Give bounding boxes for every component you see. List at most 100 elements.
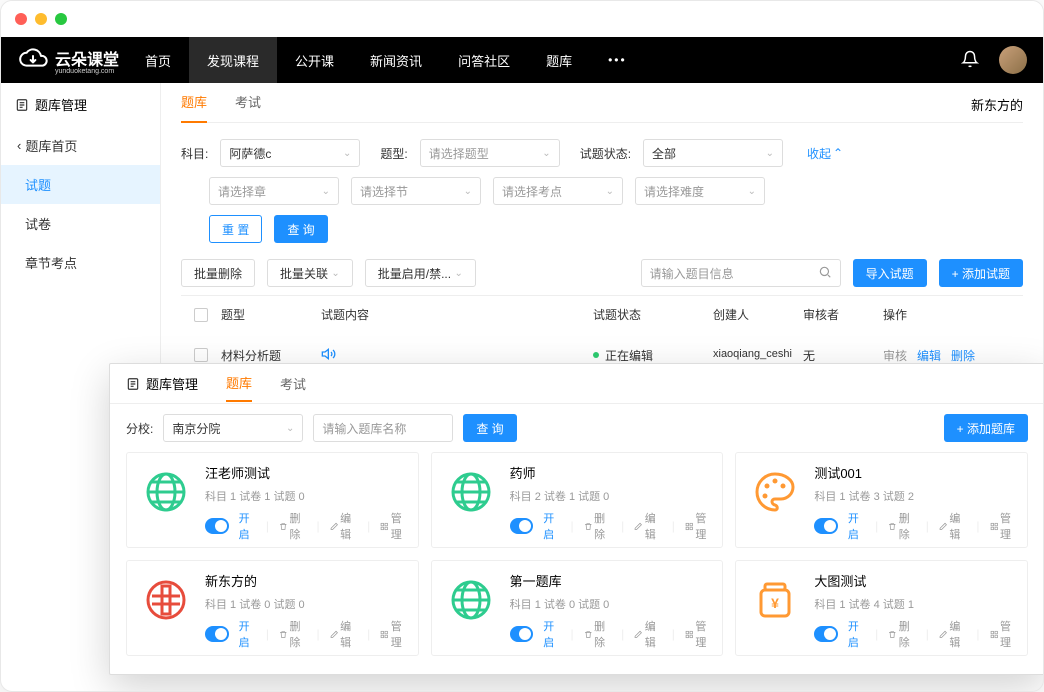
th-content: 试题内容 [321, 306, 593, 323]
card-edit[interactable]: 编辑 [939, 618, 966, 650]
sidebar-item-papers[interactable]: 试卷 [1, 204, 160, 243]
chevron-left-icon: ‹ [17, 138, 21, 153]
add-question-button[interactable]: + 添加试题 [939, 259, 1023, 287]
point-select[interactable]: 请选择考点⌄ [493, 177, 623, 205]
bank-card[interactable]: 汪老师测试 科目 1 试卷 1 试题 0 开启 | 删除 | 编辑 | 管理 [126, 452, 419, 548]
card-edit[interactable]: 编辑 [634, 618, 661, 650]
row-checkbox[interactable] [194, 348, 208, 362]
nav-discover[interactable]: 发现课程 [189, 37, 277, 83]
maximize-dot[interactable] [55, 13, 67, 25]
card-meta: 科目 2 试卷 1 试题 0 [510, 488, 713, 504]
toggle-label: 开启 [239, 618, 256, 650]
card-title: 测试001 [814, 463, 1017, 482]
coin-red-icon [137, 571, 195, 629]
close-dot[interactable] [15, 13, 27, 25]
sidebar-title: 题库管理 [1, 83, 160, 126]
chevron-down-icon: ⌄ [331, 268, 339, 279]
palette-orange-icon [746, 463, 804, 521]
chevron-down-icon: ⌄ [542, 148, 550, 159]
card-delete[interactable]: 删除 [888, 510, 915, 542]
bank-card[interactable]: 药师 科目 2 试卷 1 试题 0 开启 | 删除 | 编辑 | 管理 [431, 452, 724, 548]
card-delete[interactable]: 删除 [584, 510, 611, 542]
card-title: 大图测试 [814, 571, 1017, 590]
bank-card[interactable]: 测试001 科目 1 试卷 3 试题 2 开启 | 删除 | 编辑 | 管理 [735, 452, 1028, 548]
bank-card[interactable]: 第一题库 科目 1 试卷 0 试题 0 开启 | 删除 | 编辑 | 管理 [431, 560, 724, 656]
card-edit[interactable]: 编辑 [634, 510, 661, 542]
panel2-tab-kaoshi[interactable]: 考试 [280, 366, 306, 401]
card-title: 药师 [510, 463, 713, 482]
bank-card[interactable]: ¥ 大图测试 科目 1 试卷 4 试题 1 开启 | 删除 | 编辑 | 管理 [735, 560, 1028, 656]
status-select[interactable]: 全部⌄ [643, 139, 783, 167]
toggle-label: 开启 [543, 510, 560, 542]
nav-news[interactable]: 新闻资讯 [352, 37, 440, 83]
avatar[interactable] [999, 46, 1027, 74]
nav-qa[interactable]: 问答社区 [440, 37, 528, 83]
add-bank-button[interactable]: + 添加题库 [944, 414, 1028, 442]
bank-icon [126, 377, 140, 391]
import-button[interactable]: 导入试题 [853, 259, 927, 287]
op-review[interactable]: 审核 [883, 347, 907, 364]
toggle-open[interactable] [814, 518, 838, 534]
bank-icon [15, 98, 29, 112]
section-select[interactable]: 请选择节⌄ [351, 177, 481, 205]
toggle-open[interactable] [814, 626, 838, 642]
op-delete[interactable]: 删除 [951, 347, 975, 364]
card-edit[interactable]: 编辑 [939, 510, 966, 542]
th-ops: 操作 [883, 306, 1023, 323]
macos-titlebar [1, 1, 1043, 37]
branch-select[interactable]: 南京分院⌄ [163, 414, 303, 442]
nav-more[interactable]: ••• [590, 37, 645, 83]
nav-home[interactable]: 首页 [127, 37, 189, 83]
toggle-open[interactable] [205, 518, 229, 534]
back-link[interactable]: ‹ 题库首页 [1, 126, 160, 165]
difficulty-select[interactable]: 请选择难度⌄ [635, 177, 765, 205]
card-manage[interactable]: 管理 [685, 618, 712, 650]
panel2-query-button[interactable]: 查 询 [463, 414, 516, 442]
card-title: 第一题库 [510, 571, 713, 590]
card-manage[interactable]: 管理 [685, 510, 712, 542]
bulk-enable-button[interactable]: 批量启用/禁... ⌄ [365, 259, 476, 287]
card-edit[interactable]: 编辑 [330, 510, 357, 542]
bulk-delete-button[interactable]: 批量删除 [181, 259, 255, 287]
logo-text: 云朵课堂 [55, 46, 119, 70]
table-header: 题型 试题内容 试题状态 创建人 审核者 操作 [181, 295, 1023, 333]
bulk-relate-button[interactable]: 批量关联 ⌄ [267, 259, 353, 287]
card-delete[interactable]: 删除 [584, 618, 611, 650]
card-manage[interactable]: 管理 [380, 510, 407, 542]
query-button[interactable]: 查 询 [274, 215, 327, 243]
sidebar-item-questions[interactable]: 试题 [1, 165, 160, 204]
chapter-select[interactable]: 请选择章⌄ [209, 177, 339, 205]
subject-select[interactable]: 阿萨德c⌄ [220, 139, 360, 167]
bank-card[interactable]: 新东方的 科目 1 试卷 0 试题 0 开启 | 删除 | 编辑 | 管理 [126, 560, 419, 656]
toggle-open[interactable] [510, 518, 534, 534]
minimize-dot[interactable] [35, 13, 47, 25]
tab-tiku[interactable]: 题库 [181, 82, 207, 123]
card-edit[interactable]: 编辑 [330, 618, 357, 650]
reset-button[interactable]: 重 置 [209, 215, 262, 243]
cloud-logo-icon [17, 48, 49, 72]
bell-icon[interactable] [961, 50, 979, 71]
search-input[interactable]: 请输入题目信息 [641, 259, 841, 287]
type-select[interactable]: 请选择题型⌄ [420, 139, 560, 167]
nav-open[interactable]: 公开课 [277, 37, 352, 83]
card-delete[interactable]: 删除 [279, 618, 306, 650]
panel2-tab-tiku[interactable]: 题库 [226, 365, 252, 402]
card-delete[interactable]: 删除 [279, 510, 306, 542]
card-manage[interactable]: 管理 [380, 618, 407, 650]
toggle-open[interactable] [205, 626, 229, 642]
card-manage[interactable]: 管理 [990, 618, 1017, 650]
nav-bank[interactable]: 题库 [528, 37, 590, 83]
toggle-open[interactable] [510, 626, 534, 642]
card-manage[interactable]: 管理 [990, 510, 1017, 542]
select-all-checkbox[interactable] [194, 308, 208, 322]
op-edit[interactable]: 编辑 [917, 347, 941, 364]
card-delete[interactable]: 删除 [888, 618, 915, 650]
th-status: 试题状态 [593, 306, 713, 323]
collapse-link[interactable]: 收起⌃ [807, 145, 843, 162]
row-type: 材料分析题 [221, 347, 321, 364]
bank-name-input[interactable]: 请输入题库名称 [313, 414, 453, 442]
sidebar-item-chapters[interactable]: 章节考点 [1, 243, 160, 282]
chevron-down-icon: ⌄ [454, 268, 462, 279]
chevron-down-icon: ⌄ [343, 148, 351, 159]
tab-kaoshi[interactable]: 考试 [235, 82, 261, 123]
